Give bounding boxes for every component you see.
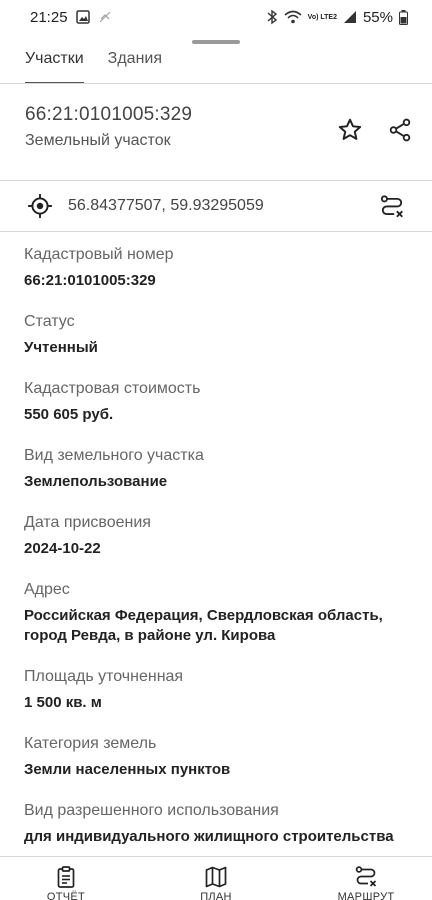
field-area: Площадь уточненная 1 500 кв. м xyxy=(24,666,414,713)
battery-percent: 55% xyxy=(362,8,393,26)
nav-plan-button[interactable]: ПЛАН xyxy=(176,857,256,900)
field-value: 1 500 кв. м xyxy=(24,694,102,711)
nav-route-button[interactable]: МАРШРУТ xyxy=(326,857,406,900)
field-land-kind: Вид земельного участка Землепользование xyxy=(24,445,414,492)
sync-off-icon xyxy=(98,10,112,24)
tab-buildings[interactable]: Здания xyxy=(108,44,162,84)
volte-icon: Vo) LTE2 xyxy=(307,13,337,21)
gallery-icon xyxy=(75,10,90,24)
coordinates-text: 56.84377507, 59.93295059 xyxy=(68,197,264,214)
tab-parcels[interactable]: Участки xyxy=(25,44,84,84)
favorite-star-icon[interactable] xyxy=(336,116,364,144)
field-value: 550 605 руб. xyxy=(24,406,114,423)
nav-report-button[interactable]: ОТЧЁТ xyxy=(26,857,106,900)
field-value: 66:21:0101005:329 xyxy=(24,272,156,289)
status-bar: 21:25 Vo) LTE2 55% xyxy=(0,0,432,34)
route-icon[interactable] xyxy=(378,193,406,221)
report-icon xyxy=(53,865,79,889)
field-label: Кадастровый номер xyxy=(24,246,174,263)
tabs-divider xyxy=(0,83,432,84)
wifi-icon xyxy=(284,10,302,24)
field-label: Площадь уточненная xyxy=(24,668,184,685)
field-label: Кадастровая стоимость xyxy=(24,380,201,397)
nav-label: МАРШРУТ xyxy=(337,891,395,900)
field-value: Российская Федерация, Свердловская облас… xyxy=(24,607,383,644)
nav-label: ОТЧЁТ xyxy=(46,891,86,900)
bluetooth-icon xyxy=(266,9,278,25)
status-time: 21:25 xyxy=(30,8,68,26)
field-label: Адрес xyxy=(24,581,70,598)
field-label: Вид земельного участка xyxy=(24,447,204,464)
parcel-header: 66:21:0101005:329 Земельный участок xyxy=(25,104,432,164)
coordinates-bar[interactable]: 56.84377507, 59.93295059 xyxy=(0,180,432,232)
field-label: Статус xyxy=(24,313,75,330)
field-value: Землепользование xyxy=(24,473,168,490)
field-cadastral-number: Кадастровый номер 66:21:0101005:329 xyxy=(24,244,414,291)
field-value: Земли населенных пунктов xyxy=(24,761,231,778)
field-permitted-use: Вид разрешенного использования для индив… xyxy=(24,800,414,847)
field-label: Вид разрешенного использования xyxy=(24,802,279,819)
route-icon xyxy=(353,865,379,889)
field-address: Адрес Российская Федерация, Свердловская… xyxy=(24,579,414,646)
field-value: 2024-10-22 xyxy=(24,540,101,557)
field-value: Учтенный xyxy=(24,339,98,356)
field-land-category: Категория земель Земли населенных пункто… xyxy=(24,733,414,780)
field-assignment-date: Дата присвоения 2024-10-22 xyxy=(24,512,414,559)
battery-icon xyxy=(399,9,408,25)
map-icon xyxy=(203,865,229,889)
field-status: Статус Учтенный xyxy=(24,311,414,358)
nav-label: ПЛАН xyxy=(200,891,232,900)
crosshair-icon[interactable] xyxy=(26,192,54,220)
share-icon[interactable] xyxy=(386,116,414,144)
tab-bar: Участки Здания xyxy=(0,44,432,84)
signal-icon xyxy=(343,10,357,24)
field-label: Категория земель xyxy=(24,735,157,752)
field-value: для индивидуального жилищного строительс… xyxy=(24,828,394,845)
bottom-nav: ОТЧЁТ ПЛАН МАРШРУТ xyxy=(0,857,432,900)
parcel-details: Кадастровый номер 66:21:0101005:329 Стат… xyxy=(24,244,414,867)
field-label: Дата присвоения xyxy=(24,514,151,531)
field-cadastral-cost: Кадастровая стоимость 550 605 руб. xyxy=(24,378,414,425)
